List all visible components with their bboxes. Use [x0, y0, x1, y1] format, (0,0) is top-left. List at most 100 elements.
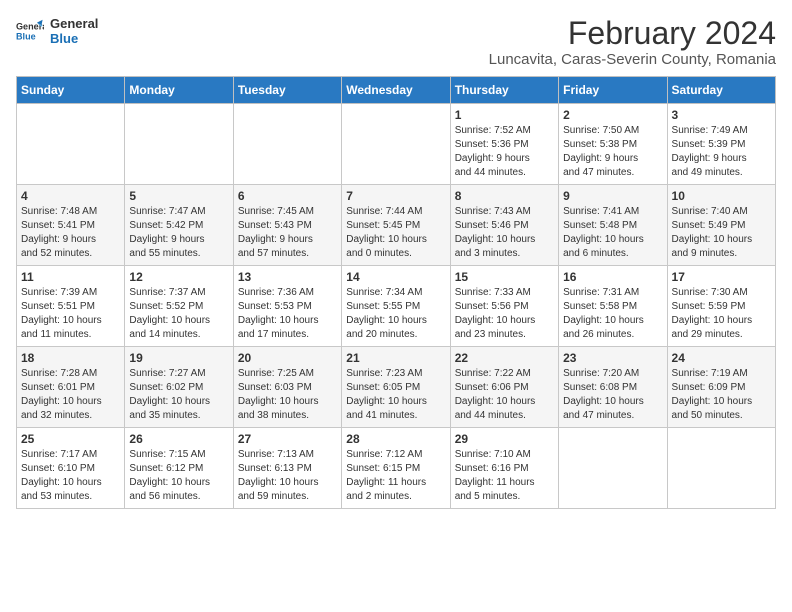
day-number: 25 — [21, 432, 120, 446]
location-subtitle: Luncavita, Caras-Severin County, Romania — [489, 51, 776, 68]
day-number: 21 — [346, 351, 445, 365]
month-year-title: February 2024 — [489, 16, 776, 51]
day-cell — [125, 104, 233, 185]
day-number: 8 — [455, 189, 554, 203]
col-header-saturday: Saturday — [667, 77, 775, 104]
day-info: Sunrise: 7:50 AMSunset: 5:38 PMDaylight:… — [563, 124, 662, 180]
day-number: 12 — [129, 270, 228, 284]
day-cell: 6Sunrise: 7:45 AMSunset: 5:43 PMDaylight… — [233, 185, 341, 266]
day-cell: 5 Sunrise: 7:47 AMSunset: 5:42 PMDaylight… — [125, 185, 233, 266]
day-cell: 12 Sunrise: 7:37 AMSunset: 5:52 PMDayligh… — [125, 266, 233, 347]
day-info: Sunrise: 7:19 AMSunset: 6:09 PMDaylight:… — [672, 367, 771, 423]
title-area: February 2024 Luncavita, Caras-Severin C… — [489, 16, 776, 68]
day-info: Sunrise: 7:44 AMSunset: 5:45 PMDaylight:… — [346, 205, 445, 261]
day-info: Sunrise: 7:40 AMSunset: 5:49 PMDaylight:… — [672, 205, 771, 261]
day-info: Sunrise: 7:10 AMSunset: 6:16 PMDaylight:… — [455, 448, 554, 504]
day-number: 7 — [346, 189, 445, 203]
logo-general: General — [50, 16, 98, 31]
day-number: 5 — [129, 189, 228, 203]
day-info: Sunrise: 7:49 AMSunset: 5:39 PMDaylight:… — [672, 124, 771, 180]
day-info: Sunrise: 7:39 AMSunset: 5:51 PMDaylight:… — [21, 286, 120, 342]
day-number: 18 — [21, 351, 120, 365]
day-info: Sunrise: 7:15 AMSunset: 6:12 PMDaylight:… — [129, 448, 228, 504]
col-header-wednesday: Wednesday — [342, 77, 450, 104]
day-info: Sunrise: 7:17 AMSunset: 6:10 PMDaylight:… — [21, 448, 120, 504]
day-info: Sunrise: 7:52 AMSunset: 5:36 PMDaylight:… — [455, 124, 554, 180]
week-row-4: 18 Sunrise: 7:28 AMSunset: 6:01 PMDayligh… — [17, 347, 776, 428]
day-info: Sunrise: 7:20 AMSunset: 6:08 PMDaylight:… — [563, 367, 662, 423]
day-info: Sunrise: 7:33 AMSunset: 5:56 PMDaylight:… — [455, 286, 554, 342]
day-cell — [559, 428, 667, 509]
day-number: 29 — [455, 432, 554, 446]
day-number: 10 — [672, 189, 771, 203]
svg-text:Blue: Blue — [16, 31, 36, 41]
week-row-5: 25 Sunrise: 7:17 AMSunset: 6:10 PMDayligh… — [17, 428, 776, 509]
day-cell: 16Sunrise: 7:31 AMSunset: 5:58 PMDayligh… — [559, 266, 667, 347]
day-number: 23 — [563, 351, 662, 365]
day-number: 26 — [129, 432, 228, 446]
day-number: 17 — [672, 270, 771, 284]
day-number: 15 — [455, 270, 554, 284]
logo-blue: Blue — [50, 31, 98, 46]
week-row-2: 4 Sunrise: 7:48 AMSunset: 5:41 PMDaylight… — [17, 185, 776, 266]
calendar-table: SundayMondayTuesdayWednesdayThursdayFrid… — [16, 76, 776, 509]
day-cell: 15 Sunrise: 7:33 AMSunset: 5:56 PMDayligh… — [450, 266, 558, 347]
day-cell: 27 Sunrise: 7:13 AMSunset: 6:13 PMDayligh… — [233, 428, 341, 509]
day-number: 1 — [455, 108, 554, 122]
col-header-tuesday: Tuesday — [233, 77, 341, 104]
day-cell: 14 Sunrise: 7:34 AMSunset: 5:55 PMDayligh… — [342, 266, 450, 347]
day-number: 19 — [129, 351, 228, 365]
day-info: Sunrise: 7:45 AMSunset: 5:43 PMDaylight:… — [238, 205, 337, 261]
day-info: Sunrise: 7:13 AMSunset: 6:13 PMDaylight:… — [238, 448, 337, 504]
col-header-monday: Monday — [125, 77, 233, 104]
day-cell: 23 Sunrise: 7:20 AMSunset: 6:08 PMDayligh… — [559, 347, 667, 428]
day-cell — [233, 104, 341, 185]
day-number: 4 — [21, 189, 120, 203]
day-cell: 18 Sunrise: 7:28 AMSunset: 6:01 PMDayligh… — [17, 347, 125, 428]
day-number: 20 — [238, 351, 337, 365]
day-info: Sunrise: 7:31 AMSunset: 5:58 PMDaylight:… — [563, 286, 662, 342]
day-info: Sunrise: 7:48 AMSunset: 5:41 PMDaylight:… — [21, 205, 120, 261]
day-number: 27 — [238, 432, 337, 446]
day-cell: 9Sunrise: 7:41 AMSunset: 5:48 PMDaylight… — [559, 185, 667, 266]
day-cell — [667, 428, 775, 509]
day-number: 14 — [346, 270, 445, 284]
day-number: 22 — [455, 351, 554, 365]
day-cell: 4 Sunrise: 7:48 AMSunset: 5:41 PMDaylight… — [17, 185, 125, 266]
col-header-friday: Friday — [559, 77, 667, 104]
day-info: Sunrise: 7:43 AMSunset: 5:46 PMDaylight:… — [455, 205, 554, 261]
day-info: Sunrise: 7:30 AMSunset: 5:59 PMDaylight:… — [672, 286, 771, 342]
day-number: 11 — [21, 270, 120, 284]
week-row-3: 11 Sunrise: 7:39 AMSunset: 5:51 PMDayligh… — [17, 266, 776, 347]
day-cell: 10 Sunrise: 7:40 AMSunset: 5:49 PMDayligh… — [667, 185, 775, 266]
day-cell: 19 Sunrise: 7:27 AMSunset: 6:02 PMDayligh… — [125, 347, 233, 428]
col-header-thursday: Thursday — [450, 77, 558, 104]
day-cell: 29 Sunrise: 7:10 AMSunset: 6:16 PMDayligh… — [450, 428, 558, 509]
day-info: Sunrise: 7:28 AMSunset: 6:01 PMDaylight:… — [21, 367, 120, 423]
day-cell: 3Sunrise: 7:49 AMSunset: 5:39 PMDaylight… — [667, 104, 775, 185]
day-cell: 28Sunrise: 7:12 AMSunset: 6:15 PMDayligh… — [342, 428, 450, 509]
day-info: Sunrise: 7:36 AMSunset: 5:53 PMDaylight:… — [238, 286, 337, 342]
day-info: Sunrise: 7:25 AMSunset: 6:03 PMDaylight:… — [238, 367, 337, 423]
day-cell: 8 Sunrise: 7:43 AMSunset: 5:46 PMDaylight… — [450, 185, 558, 266]
day-cell: 24Sunrise: 7:19 AMSunset: 6:09 PMDayligh… — [667, 347, 775, 428]
logo: General Blue General Blue — [16, 16, 98, 46]
calendar-header-row: SundayMondayTuesdayWednesdayThursdayFrid… — [17, 77, 776, 104]
day-cell: 11 Sunrise: 7:39 AMSunset: 5:51 PMDayligh… — [17, 266, 125, 347]
day-cell: 7 Sunrise: 7:44 AMSunset: 5:45 PMDaylight… — [342, 185, 450, 266]
day-info: Sunrise: 7:23 AMSunset: 6:05 PMDaylight:… — [346, 367, 445, 423]
day-cell: 1 Sunrise: 7:52 AMSunset: 5:36 PMDaylight… — [450, 104, 558, 185]
day-info: Sunrise: 7:47 AMSunset: 5:42 PMDaylight:… — [129, 205, 228, 261]
day-cell: 17 Sunrise: 7:30 AMSunset: 5:59 PMDayligh… — [667, 266, 775, 347]
day-number: 28 — [346, 432, 445, 446]
day-number: 13 — [238, 270, 337, 284]
header: General Blue General Blue February 2024 … — [16, 16, 776, 68]
week-row-1: 1 Sunrise: 7:52 AMSunset: 5:36 PMDaylight… — [17, 104, 776, 185]
day-cell: 22Sunrise: 7:22 AMSunset: 6:06 PMDayligh… — [450, 347, 558, 428]
day-cell: 13 Sunrise: 7:36 AMSunset: 5:53 PMDayligh… — [233, 266, 341, 347]
day-info: Sunrise: 7:37 AMSunset: 5:52 PMDaylight:… — [129, 286, 228, 342]
day-cell: 26 Sunrise: 7:15 AMSunset: 6:12 PMDayligh… — [125, 428, 233, 509]
day-info: Sunrise: 7:34 AMSunset: 5:55 PMDaylight:… — [346, 286, 445, 342]
logo-icon: General Blue — [16, 17, 44, 45]
day-info: Sunrise: 7:27 AMSunset: 6:02 PMDaylight:… — [129, 367, 228, 423]
